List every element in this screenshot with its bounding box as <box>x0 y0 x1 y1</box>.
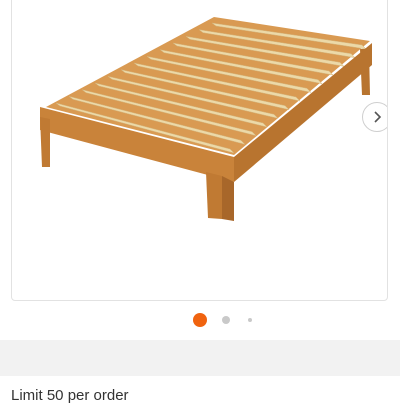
carousel-dot[interactable] <box>248 318 252 322</box>
carousel-dot[interactable] <box>222 316 230 324</box>
carousel-next-button[interactable] <box>362 102 387 132</box>
product-image-card <box>11 0 388 301</box>
section-divider <box>0 340 400 376</box>
product-image[interactable] <box>12 0 388 301</box>
bed-leg-front-left <box>40 117 50 167</box>
bed-leg-front-middle-side <box>222 176 234 221</box>
carousel-dot-active[interactable] <box>193 313 207 327</box>
bed-leg-front-middle <box>206 172 222 219</box>
purchase-limit-text: Limit 50 per order <box>11 387 129 404</box>
chevron-right-icon <box>374 111 382 123</box>
carousel-pagination <box>0 312 400 328</box>
